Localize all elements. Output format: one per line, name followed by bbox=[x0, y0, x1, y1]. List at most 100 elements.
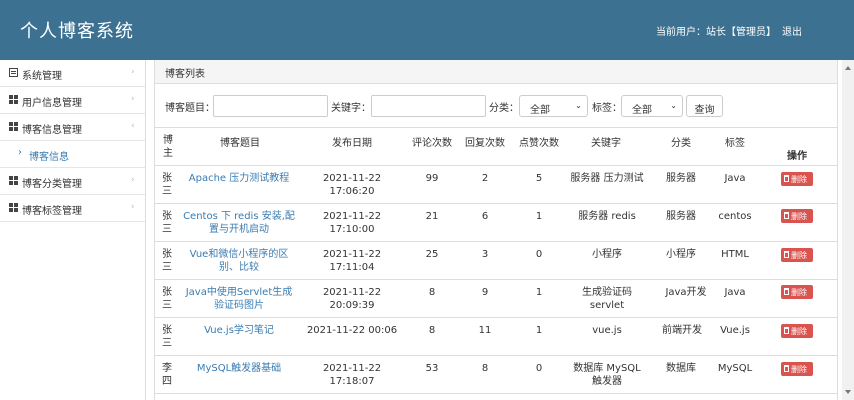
cell-keyword: 服务器 redis bbox=[578, 211, 636, 222]
trash-icon bbox=[784, 175, 789, 182]
cell-blog-title-link[interactable]: Apache 压力测试教程 bbox=[186, 172, 292, 185]
sidebar-item-label: 博客分类管理 bbox=[22, 179, 82, 190]
list-icon bbox=[9, 68, 18, 77]
cell-comments: 53 bbox=[425, 363, 439, 374]
cell-author: 张三 bbox=[162, 325, 172, 349]
cell-category: Java开发 bbox=[665, 287, 707, 298]
chevron-right-icon: › bbox=[131, 67, 135, 77]
delete-button-label: 删除 bbox=[791, 327, 807, 336]
delete-button[interactable]: 删除 bbox=[781, 209, 813, 223]
cell-likes: 1 bbox=[535, 287, 543, 298]
cell-likes: 1 bbox=[535, 325, 543, 336]
cell-replies: 2 bbox=[481, 173, 489, 184]
table-divider bbox=[155, 127, 837, 128]
logout-link[interactable]: 退出 bbox=[782, 23, 802, 38]
column-header-tag: 标签 bbox=[725, 138, 745, 149]
cell-category: 服务器 bbox=[666, 173, 696, 184]
cell-date: 2021-11-22 00:06 bbox=[306, 325, 398, 336]
trash-icon bbox=[784, 327, 789, 334]
cell-likes: 5 bbox=[535, 173, 543, 184]
sidebar-item-tags[interactable]: 博客标签管理 › bbox=[0, 195, 146, 222]
scroll-up-icon[interactable] bbox=[845, 66, 851, 70]
cell-tag: Java bbox=[724, 173, 746, 184]
cell-blog-title-link[interactable]: MySQL触发器基础 bbox=[186, 362, 292, 375]
cell-blog-title-link[interactable]: Vue和微信小程序的区别、比较 bbox=[186, 248, 292, 274]
cell-comments: 25 bbox=[425, 249, 439, 260]
delete-button[interactable]: 删除 bbox=[781, 324, 813, 338]
cell-replies: 11 bbox=[478, 325, 492, 336]
delete-button[interactable]: 删除 bbox=[781, 362, 813, 376]
cell-author: 张三 bbox=[162, 287, 172, 311]
delete-button-label: 删除 bbox=[791, 251, 807, 260]
keyword-search-input[interactable] bbox=[371, 95, 486, 117]
cell-replies: 8 bbox=[481, 363, 489, 374]
column-header-action: 操作 bbox=[787, 151, 807, 162]
sidebar-subitem-blog-info[interactable]: › 博客信息 bbox=[0, 141, 146, 168]
chevron-right-icon: › bbox=[131, 175, 135, 185]
cell-keyword: 服务器 压力测试 bbox=[570, 173, 644, 184]
chevron-right-icon: › bbox=[131, 94, 135, 104]
cell-tag: HTML bbox=[721, 249, 749, 260]
cell-keyword: 生成验证码 servlet bbox=[582, 287, 632, 311]
cell-replies: 6 bbox=[481, 211, 489, 222]
delete-button-label: 删除 bbox=[791, 288, 807, 297]
chevron-right-icon: › bbox=[131, 202, 135, 212]
search-button-label: 查询 bbox=[694, 105, 715, 116]
cell-author: 张三 bbox=[162, 173, 172, 197]
cell-blog-title-link[interactable]: Vue.js学习笔记 bbox=[186, 324, 292, 337]
delete-button[interactable]: 删除 bbox=[781, 285, 813, 299]
cell-category: 前端开发 bbox=[662, 325, 702, 336]
sidebar-item-users[interactable]: 用户信息管理 › bbox=[0, 87, 146, 114]
grid-icon bbox=[9, 203, 18, 212]
column-header-author: 博主 bbox=[163, 135, 173, 159]
cell-author: 张三 bbox=[162, 249, 172, 273]
trash-icon bbox=[784, 365, 789, 372]
grid-icon bbox=[9, 176, 18, 185]
table-divider bbox=[155, 203, 837, 204]
cell-blog-title-link[interactable]: Centos 下 redis 安装,配置与开机启动 bbox=[182, 210, 296, 236]
table-divider bbox=[155, 317, 837, 318]
cell-date: 2021-11-22 17:11:04 bbox=[322, 249, 382, 273]
table-divider bbox=[155, 165, 837, 166]
sidebar-item-system[interactable]: 系统管理 › bbox=[0, 60, 146, 87]
delete-button[interactable]: 删除 bbox=[781, 172, 813, 186]
panel-header: 博客列表 bbox=[155, 60, 837, 84]
cell-replies: 9 bbox=[481, 287, 489, 298]
sidebar-subitem-label: 博客信息 bbox=[29, 152, 69, 163]
column-header-likes: 点赞次数 bbox=[519, 138, 559, 149]
cell-blog-title-link[interactable]: Java中使用Servlet生成验证码图片 bbox=[182, 286, 296, 312]
category-select[interactable]: 全部 ⌄ bbox=[519, 95, 588, 117]
title-search-input[interactable] bbox=[213, 95, 328, 117]
tag-select[interactable]: 全部 ⌄ bbox=[621, 95, 683, 117]
cell-keyword: 小程序 bbox=[592, 249, 622, 260]
trash-icon bbox=[784, 212, 789, 219]
delete-button-label: 删除 bbox=[791, 212, 807, 221]
category-select-value: 全部 bbox=[530, 105, 550, 116]
page-scrollbar[interactable] bbox=[842, 60, 854, 400]
column-header-replies: 回复次数 bbox=[465, 138, 505, 149]
chevron-down-icon: ⌄ bbox=[670, 101, 677, 110]
column-header-category: 分类 bbox=[671, 138, 691, 149]
delete-button[interactable]: 删除 bbox=[781, 248, 813, 262]
cell-comments: 21 bbox=[425, 211, 439, 222]
trash-icon bbox=[784, 288, 789, 295]
cell-comments: 99 bbox=[425, 173, 439, 184]
column-header-comments: 评论次数 bbox=[412, 138, 452, 149]
sidebar-item-categories[interactable]: 博客分类管理 › bbox=[0, 168, 146, 195]
sidebar: 系统管理 › 用户信息管理 › 博客信息管理 ‹ › 博客信息 博客分类管理 ›… bbox=[0, 60, 146, 400]
grid-icon bbox=[9, 122, 18, 131]
scroll-down-icon[interactable] bbox=[845, 390, 851, 394]
category-filter-label: 分类： bbox=[489, 103, 519, 114]
cell-likes: 1 bbox=[535, 211, 543, 222]
cell-comments: 8 bbox=[428, 287, 436, 298]
current-user-info: 当前用户：站长【管理员】 bbox=[656, 27, 776, 38]
cell-category: 小程序 bbox=[666, 249, 696, 260]
search-button[interactable]: 查询 bbox=[686, 95, 723, 117]
tag-select-value: 全部 bbox=[632, 105, 652, 116]
column-header-title: 博客题目 bbox=[220, 138, 260, 149]
sidebar-item-blogs[interactable]: 博客信息管理 ‹ bbox=[0, 114, 146, 141]
cell-tag: Java bbox=[724, 287, 746, 298]
table-divider bbox=[155, 279, 837, 280]
cell-author: 李四 bbox=[162, 363, 172, 387]
chevron-down-icon: ‹ bbox=[131, 121, 135, 131]
